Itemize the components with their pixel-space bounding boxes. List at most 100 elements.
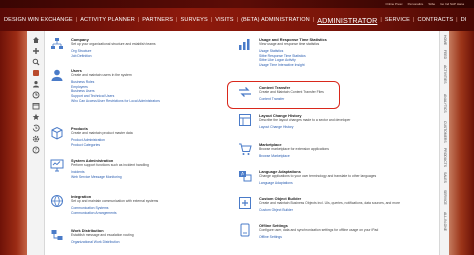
nav-item-visits[interactable]: VISITS <box>215 17 233 23</box>
link-web-service-message-monitoring[interactable]: Web Service Message Monitoring <box>71 175 122 180</box>
transfer-icon <box>238 85 252 99</box>
section-description: Create and maintain Business Objects inc… <box>259 201 400 205</box>
link-language-adaptations[interactable]: Language Adaptations <box>259 181 293 186</box>
star-icon[interactable] <box>32 113 40 121</box>
tab-analytics[interactable]: ANALYTICS <box>440 94 450 113</box>
section-links: Organizational Work Distribution <box>71 240 120 245</box>
section-description: Set up and maintain communication with e… <box>71 199 159 203</box>
link-product-administration[interactable]: Product Administration <box>71 138 105 143</box>
cart-icon <box>238 142 252 156</box>
tab-activities[interactable]: ACTIVITIES <box>440 65 450 83</box>
product-box-icon <box>50 126 64 140</box>
top-link-personalize[interactable]: Personalize <box>408 2 424 6</box>
section-description: Browse marketplace for extension applica… <box>259 147 329 151</box>
section-description: Create and maintain product master data <box>71 131 133 135</box>
clock-icon[interactable] <box>32 91 40 99</box>
link-product-categories[interactable]: Product Categories <box>71 143 105 148</box>
tab-customers[interactable]: CUSTOMERS <box>440 121 450 143</box>
nav-separator: | <box>312 17 315 23</box>
nav-separator: | <box>210 17 213 23</box>
home-icon[interactable] <box>32 36 40 44</box>
link-usage-time-interactive-insight[interactable]: Usage Time Interactive Insight <box>259 63 306 68</box>
link-browse-marketplace[interactable]: Browse Marketplace <box>259 154 290 159</box>
offline-icon <box>238 223 252 237</box>
nav-separator: | <box>137 17 140 23</box>
nav-item-design-win-exchange[interactable]: DESIGN WIN EXCHANGE <box>4 17 73 23</box>
globe-icon <box>50 194 64 208</box>
section-links: Browse Marketplace <box>259 154 290 159</box>
section-links: Custom Object Builder <box>259 208 293 213</box>
section-links: Offline Settings <box>259 235 282 240</box>
tab-sales[interactable]: SALES <box>440 172 450 183</box>
org-chart-icon <box>50 37 64 51</box>
link-content-transfer[interactable]: Content Transfer <box>259 97 284 102</box>
link-layout-change-history[interactable]: Layout Change History <box>259 125 294 130</box>
plus-icon[interactable] <box>32 47 40 55</box>
section-links: Product Administration Product Categories <box>71 138 105 147</box>
section-links: Language Adaptations <box>259 181 293 186</box>
nav-item-activity-planner[interactable]: ACTIVITY PLANNER <box>80 17 135 23</box>
object-builder-icon <box>238 196 252 210</box>
help-icon[interactable]: ? <box>32 146 40 154</box>
nav-item-beta-administration[interactable]: (BETA) ADMINISTRATION <box>241 17 310 23</box>
background-left <box>0 31 27 255</box>
section-links: Org Structure Job Definition <box>71 49 92 58</box>
layout-icon <box>238 113 252 127</box>
gear-icon[interactable] <box>32 135 40 143</box>
nav-separator: | <box>380 17 382 23</box>
top-link-sitbe[interactable]: Sitbe <box>428 2 435 6</box>
nav-separator: | <box>75 17 78 23</box>
top-link-online-presc[interactable]: Online Presc <box>385 2 402 6</box>
section-description: Establish message and escalation routing <box>71 233 134 237</box>
main-navigation: DESIGN WIN EXCHANGE | ACTIVITY PLANNER | PAR… <box>0 13 474 27</box>
link-job-definition[interactable]: Job Definition <box>71 54 92 59</box>
section-links: Incidents Web Service Message Monitoring <box>71 170 122 179</box>
section-description: Change applications to your own terminol… <box>259 174 377 178</box>
link-org-structure[interactable]: Org Structure <box>71 49 92 54</box>
language-icon: A <box>238 169 252 183</box>
tab-service[interactable]: SERVICE <box>440 190 450 205</box>
section-description: View usage and response time statistics <box>259 42 320 46</box>
tab-all-in-one[interactable]: ALL-IN-ONE <box>440 212 450 231</box>
nav-item-surveys[interactable]: SURVEYS <box>181 17 208 23</box>
nav-item-administrator[interactable]: ADMINISTRATOR <box>317 16 377 25</box>
nav-separator: | <box>456 17 458 23</box>
vertical-tabs: HOME FEED ACTIVITIES ANALYTICS CUSTOMERS PROD… <box>439 31 449 255</box>
tab-feed[interactable]: FEED <box>440 50 450 59</box>
workflow-icon <box>50 228 64 242</box>
section-links: Layout Change History <box>259 125 294 130</box>
nav-item-contracts[interactable]: CONTRACTS <box>417 17 453 23</box>
section-description: Create and maintain users in the system <box>71 73 132 77</box>
nav-item-service[interactable]: SERVICE <box>385 17 410 23</box>
section-description: Create and Maintain Content Transfer Fil… <box>259 90 324 94</box>
nav-separator: | <box>236 17 239 23</box>
statistics-icon <box>238 37 252 51</box>
section-description: Describe the layout changes made to a se… <box>259 118 351 122</box>
link-organizational-work-distribution[interactable]: Organizational Work Distribution <box>71 240 120 245</box>
background-right <box>449 31 474 255</box>
tab-products[interactable]: PRODUCTS <box>440 148 450 167</box>
link-custom-object-builder[interactable]: Custom Object Builder <box>259 208 293 213</box>
search-icon[interactable] <box>32 58 40 66</box>
section-links: Content Transfer <box>259 97 284 102</box>
nav-item-di[interactable]: DI <box>461 17 467 23</box>
left-icon-strip: ? <box>27 31 45 255</box>
notification-icon[interactable] <box>32 69 40 77</box>
top-link-go-ind-sap-hana[interactable]: Go Ind SAP Hana <box>440 2 464 6</box>
section-description: Set up your organizational structure and… <box>71 42 156 46</box>
section-description: Configure user, data and synchronization… <box>259 228 379 232</box>
monitor-icon <box>50 158 64 172</box>
history-icon[interactable] <box>32 124 40 132</box>
section-links: Usage Statistics Sitbe Response Time Stat… <box>259 49 306 68</box>
section-links: Business Roles Employees Business Users Sup… <box>71 80 160 104</box>
section-description: Perform support functions such as incide… <box>71 163 149 167</box>
nav-separator: | <box>176 17 178 23</box>
person-icon[interactable] <box>32 80 40 88</box>
link-who-can-access-user-restrictions-for-local-administrators[interactable]: Who Can Access/User Restrictions for Loc… <box>71 99 160 104</box>
nav-item-partners[interactable]: PARTNERS <box>142 17 173 23</box>
calendar-icon[interactable] <box>32 102 40 110</box>
section-links: Communication Systems Communication Arran… <box>71 206 117 215</box>
link-offline-settings[interactable]: Offline Settings <box>259 235 282 240</box>
link-communication-arrangements[interactable]: Communication Arrangements <box>71 211 117 216</box>
tab-home[interactable]: HOME <box>440 35 450 45</box>
